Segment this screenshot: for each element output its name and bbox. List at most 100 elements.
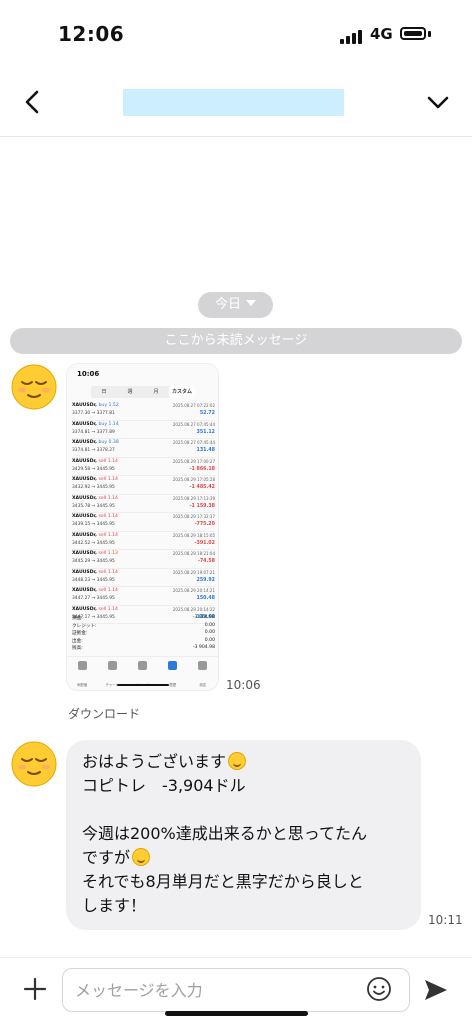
tab-label: 気配値 (77, 683, 88, 687)
trade-symbol-line: XAUUSDr, sell 1.14 (72, 606, 118, 612)
screenshot-tab-bar: 気配値 チャートトレード履歴 設定 (67, 656, 218, 687)
image-message[interactable]: 10:06 日 週 月 カスタム XAUUSDr, buy 1.52 3377.30 →… (66, 363, 219, 691)
trade-profit: 131.48 (196, 448, 215, 453)
sweat-smile-emoji-icon (132, 848, 151, 866)
send-icon[interactable] (422, 976, 450, 1004)
trade-prices: 3432.92 → 3445.95 (72, 485, 115, 490)
screenshot-tab: 設定 (188, 657, 218, 687)
screenshot-trade-row: XAUUSDr, buy 1.14 3374.81 → 3377.89 2025.0… (72, 421, 215, 439)
avatar[interactable] (10, 740, 58, 788)
trade-profit: -1 485.42 (189, 485, 215, 490)
trade-symbol-line: XAUUSDr, sell 1.14 (72, 458, 118, 464)
chat-title-redacted (123, 89, 344, 116)
message-line: それでも8月単月だと黒字だから良しと (82, 872, 364, 891)
summary-value: 0.00 (204, 622, 215, 628)
trade-profit: -391.02 (194, 540, 215, 546)
screenshot-trade-row: XAUUSDr, buy 0.38 3374.81 → 3378.27 2025.0… (72, 439, 215, 458)
battery-icon (400, 27, 426, 40)
screenshot-tab: 履歴 (158, 657, 188, 687)
trade-symbol-line: XAUUSDr, sell 1.14 (72, 532, 118, 538)
trade-prices: 3374.81 → 3378.27 (72, 448, 115, 453)
summary-label: 出金: (72, 638, 83, 644)
trade-datetime: 2025.08.27 07:22:02 (172, 403, 215, 408)
image-message-time: 10:06 (226, 678, 261, 692)
screenshot-segment: 週 (127, 389, 133, 395)
screenshot-trade-row: XAUUSDr, sell 1.14 3435.78 → 3445.95 2025.… (72, 495, 215, 513)
summary-value: 0.00 (204, 630, 215, 635)
summary-label: 証拠金: (72, 631, 88, 636)
trade-prices: 3377.30 → 3377.81 (72, 411, 115, 416)
trade-datetime: 2025.08.29 17:05:28 (172, 477, 215, 482)
status-time: 12:06 (58, 22, 125, 46)
screenshot-trade-row: XAUUSDr, sell 1.14 3447.27 → 3445.95 2025.… (72, 587, 215, 606)
trade-symbol-line: XAUUSDr, sell 1.14 (72, 588, 118, 593)
emoji-icon[interactable] (366, 976, 392, 1002)
status-bar: 12:06 4G (0, 0, 472, 70)
trade-prices: 3435.78 → 3445.95 (72, 503, 115, 509)
trade-symbol-line: XAUUSDr, sell 1.14 (72, 477, 118, 482)
caret-down-icon (246, 300, 256, 306)
trade-prices: 3442.52 → 3445.95 (72, 540, 115, 546)
screenshot-tab: 気配値 (67, 657, 97, 687)
tab-icon (168, 661, 178, 670)
summary-value: -3 904.98 (192, 615, 215, 620)
back-chevron-icon[interactable] (20, 88, 48, 116)
trade-symbol-line: XAUUSDr, sell 1.13 (72, 551, 118, 556)
trade-datetime: 2025.08.29 18:15:05 (172, 532, 215, 538)
screenshot-summary-row: 証拠金: 0.00 (72, 630, 215, 638)
trade-profit: 150.48 (196, 596, 215, 601)
screenshot-summary-row: 出金: 0.00 (72, 638, 215, 646)
trade-symbol-line: XAUUSDr, buy 1.14 (72, 421, 119, 427)
screenshot-status-time: 10:06 (77, 370, 100, 378)
message-line: します！ (82, 896, 147, 915)
chat-header (0, 70, 472, 137)
grinning-emoji-icon (228, 752, 247, 770)
date-chip[interactable]: 今日 (198, 292, 273, 318)
screenshot-segment: 日 (101, 389, 107, 395)
screenshot-trade-row: XAUUSDr, sell 1.14 3439.15 → 3445.95 2025.… (72, 513, 215, 532)
screenshot-summary-row: 残高: -3 904.98 (72, 645, 215, 653)
avatar[interactable] (10, 363, 58, 411)
trade-symbol-line: XAUUSDr, sell 1.14 (72, 495, 118, 501)
message-input[interactable] (62, 968, 410, 1012)
text-message-time: 10:11 (428, 913, 463, 927)
trade-symbol-line: XAUUSDr, sell 1.14 (72, 569, 118, 575)
summary-label: 残高: (72, 646, 83, 651)
screenshot-summary-row: 損益: -3 904.98 (72, 615, 215, 623)
trade-profit: -1 866.18 (189, 466, 215, 472)
tab-icon (77, 661, 87, 670)
screenshot-period-tabs: 日 週 月 カスタム (91, 386, 195, 398)
trade-prices: 3445.29 → 3445.95 (72, 559, 115, 564)
screenshot-trade-row: XAUUSDr, sell 1.14 3448.23 → 3445.95 2025.… (72, 569, 215, 587)
text-message-bubble[interactable]: おはようございます コピトレ -3,904ドル 今週は200%達成出来るかと思っ… (66, 740, 421, 930)
date-chip-label: 今日 (214, 297, 241, 312)
trade-symbol-line: XAUUSDr, buy 1.52 (72, 403, 119, 408)
summary-label: クレジット: (72, 623, 97, 629)
trade-profit: -1 159.38 (189, 503, 215, 509)
trade-symbol-line: XAUUSDr, buy 0.38 (72, 440, 119, 445)
trade-profit: -74.58 (197, 559, 215, 564)
screenshot-tab: トレード (127, 657, 157, 687)
screenshot-trade-row: XAUUSDr, sell 1.13 3445.29 → 3445.95 2025.… (72, 550, 215, 569)
trade-prices: 3439.15 → 3445.95 (72, 522, 115, 527)
tab-icon (138, 661, 147, 670)
plus-icon[interactable] (22, 976, 48, 1002)
message-line (82, 798, 405, 822)
trade-prices: 3374.81 → 3377.89 (72, 429, 115, 435)
screenshot-tab: チャート (97, 657, 127, 687)
tab-label: 履歴 (169, 683, 177, 687)
home-indicator (165, 1011, 308, 1016)
trade-profit: 259.92 (196, 577, 215, 583)
trade-profit: 52.72 (199, 411, 215, 416)
trade-profit: -775.20 (194, 522, 215, 527)
download-link[interactable]: ダウンロード (68, 705, 140, 722)
screenshot-summary-row: クレジット: 0.00 (72, 623, 215, 631)
screenshot-trade-row: XAUUSDr, sell 1.14 3429.58 → 3445.95 2025.… (72, 458, 215, 476)
message-line: おはようございます (82, 750, 405, 774)
screenshot-trade-list: XAUUSDr, buy 1.52 3377.30 → 3377.81 2025.0… (72, 402, 215, 624)
trade-prices: 3429.58 → 3445.95 (72, 466, 115, 472)
trade-datetime: 2025.08.29 17:00:27 (172, 458, 215, 464)
chevron-down-icon[interactable] (424, 88, 452, 116)
summary-label: 損益: (72, 616, 83, 621)
chat-history[interactable]: 今日 ここから未読メッセージ 10:06 日 週 月 カスタム XAUUSDr, bu… (0, 137, 472, 957)
